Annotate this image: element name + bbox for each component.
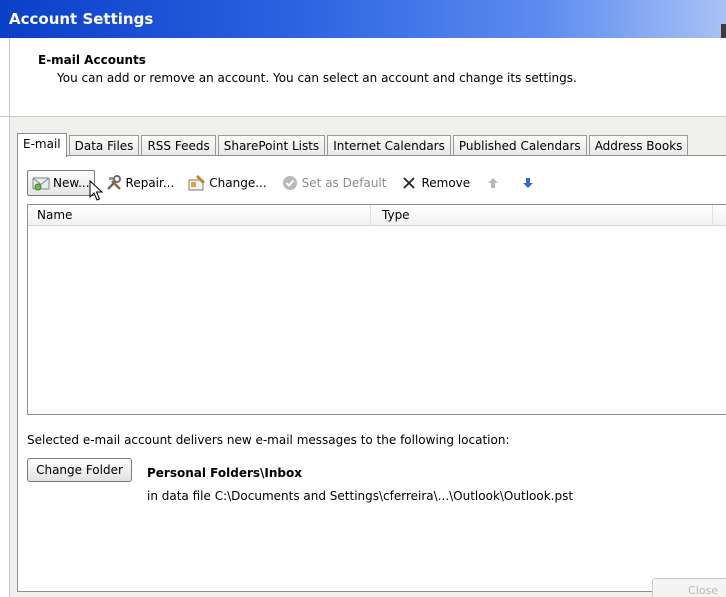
account-list[interactable]: Name Type [27,204,726,415]
tab-strip: E-mail Data Files RSS Feeds SharePoint L… [17,133,690,157]
list-header: Name Type [28,205,726,226]
close-button[interactable]: Close [652,578,726,597]
move-down-button[interactable] [515,171,544,195]
delivery-location-label: Selected e-mail account delivers new e-m… [27,433,510,447]
repair-button-label: Repair... [125,176,175,190]
remove-button[interactable]: Remove [396,171,474,195]
set-default-button[interactable]: Set as Default [277,171,391,195]
change-button-label: Change... [209,176,267,190]
delivery-folder-name: Personal Folders\Inbox [147,466,302,480]
account-toolbar: New... Repair... Change... Set as Defaul… [27,170,550,196]
mouse-pointer-icon [89,179,104,205]
page-title: E-mail Accounts [38,53,146,67]
repair-tools-icon [105,174,123,192]
tab-email[interactable]: E-mail [17,133,67,157]
change-button[interactable]: Change... [184,171,270,195]
remove-button-label: Remove [421,176,471,190]
title-bar-edge [721,24,726,38]
move-up-button[interactable] [480,171,509,195]
remove-x-icon [400,174,418,192]
arrow-up-icon [484,174,502,192]
checkmark-circle-icon [281,174,299,192]
new-button[interactable]: New... [27,170,95,196]
title-bar[interactable]: Account Settings [0,0,726,38]
new-account-icon [32,174,50,192]
page-description: You can add or remove an account. You ca… [57,71,577,85]
tab-published-calendars[interactable]: Published Calendars [452,135,587,156]
tab-internet-calendars[interactable]: Internet Calendars [327,135,451,156]
arrow-down-icon [519,174,537,192]
tab-rss-feeds[interactable]: RSS Feeds [141,135,216,156]
window-title: Account Settings [9,10,154,28]
change-account-icon [188,174,206,192]
column-header-type[interactable]: Type [371,205,713,225]
set-default-button-label: Set as Default [301,176,387,190]
data-file-path: in data file C:\Documents and Settings\c… [147,489,574,503]
new-button-label: New... [53,176,90,190]
tab-sharepoint-lists[interactable]: SharePoint Lists [217,135,326,156]
change-folder-button[interactable]: Change Folder [27,458,132,482]
tab-address-books[interactable]: Address Books [588,135,689,156]
column-header-name[interactable]: Name [28,205,371,225]
header-panel: E-mail Accounts You can add or remove an… [0,38,726,117]
repair-button[interactable]: Repair... [101,171,179,195]
tab-data-files[interactable]: Data Files [68,135,140,156]
